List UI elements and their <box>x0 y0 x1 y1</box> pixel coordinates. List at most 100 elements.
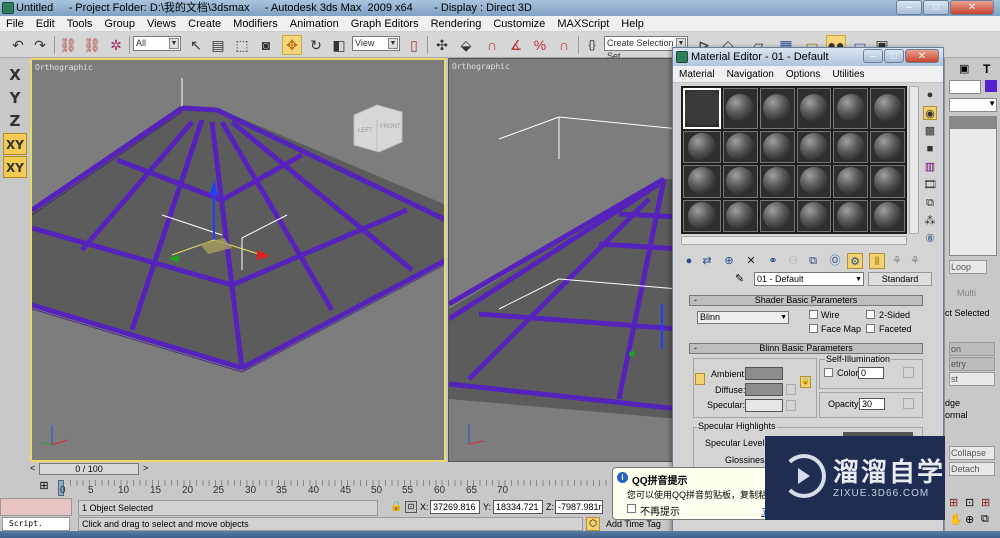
ambient-color-swatch[interactable] <box>745 367 783 380</box>
material-sample-slot[interactable] <box>683 88 721 129</box>
menu-modifiers[interactable]: Modifiers <box>227 16 284 31</box>
minimize-button[interactable]: – <box>896 0 922 15</box>
select-and-move-icon[interactable]: ✥ <box>282 35 302 55</box>
edit-named-selection-icon[interactable]: {} <box>582 35 602 55</box>
material-sample-slot[interactable] <box>796 199 832 232</box>
material-sample-slot[interactable] <box>759 165 795 198</box>
me-menu-utilities[interactable]: Utilities <box>826 66 870 82</box>
zoom-icon[interactable]: ⊞ <box>949 496 958 509</box>
rollout-edit-geometry[interactable]: on <box>949 342 995 356</box>
go-forward-sibling-icon[interactable]: ⚘ <box>889 253 905 269</box>
material-sample-slot[interactable] <box>833 88 869 129</box>
self-illum-color-checkbox[interactable] <box>824 368 833 377</box>
opacity-spinner[interactable]: 30 <box>859 398 885 410</box>
time-slider-thumb[interactable]: 0 / 100 <box>39 463 139 475</box>
selection-filter-dropdown[interactable]: All ▼ <box>133 36 181 51</box>
material-sample-slot[interactable] <box>870 130 905 163</box>
specular-map-button[interactable] <box>786 400 796 411</box>
menu-customize[interactable]: Customize <box>487 16 551 31</box>
multi-radio[interactable]: Multi <box>957 288 976 298</box>
reference-coordinate-dropdown[interactable]: View ▼ <box>352 36 400 51</box>
material-map-navigator-icon[interactable]: ⑧ <box>923 232 937 246</box>
select-and-rotate-icon[interactable]: ↻ <box>306 35 326 55</box>
z-coordinate-input[interactable]: -7987.981r <box>555 500 603 514</box>
object-name-field[interactable] <box>949 80 981 94</box>
maxscript-listener-mini[interactable] <box>0 498 72 516</box>
y-coordinate-input[interactable]: 18334.721 <box>493 500 543 514</box>
material-sample-slot[interactable] <box>833 165 869 198</box>
show-end-result-icon[interactable]: ⚙ <box>847 253 863 269</box>
keyboard-shortcut-override-icon[interactable]: ⬙ <box>456 35 476 55</box>
menu-rendering[interactable]: Rendering <box>425 16 488 31</box>
material-sample-slot[interactable] <box>870 88 905 129</box>
face-map-checkbox[interactable] <box>809 324 818 333</box>
viewport-orthographic[interactable]: Orthographic <box>448 58 678 462</box>
absolute-mode-icon[interactable]: ⊡ <box>405 501 417 513</box>
material-sample-slot[interactable] <box>759 88 795 129</box>
menu-group[interactable]: Group <box>98 16 141 31</box>
material-sample-slot[interactable] <box>759 130 795 163</box>
time-prev-button[interactable]: < <box>30 463 35 473</box>
options-icon[interactable]: ⧉ <box>923 196 937 210</box>
material-editor-title-bar[interactable]: Material Editor - 01 - Default – □ ✕ <box>673 48 943 66</box>
time-next-button[interactable]: > <box>143 463 148 473</box>
pivot-center-icon[interactable]: ▯ <box>404 35 424 55</box>
sample-type-icon[interactable]: ● <box>923 88 937 102</box>
object-color-swatch[interactable] <box>985 80 997 92</box>
material-sample-slot[interactable] <box>833 199 869 232</box>
axis-y-button[interactable]: Y <box>3 87 27 109</box>
menu-tools[interactable]: Tools <box>61 16 99 31</box>
me-close-button[interactable]: ✕ <box>905 49 939 63</box>
select-by-name-icon[interactable]: ▤ <box>208 35 228 55</box>
dont-show-again-checkbox[interactable] <box>627 504 636 513</box>
shader-basic-parameters-rollout[interactable]: - Shader Basic Parameters <box>689 295 923 306</box>
material-sample-slot[interactable] <box>833 130 869 163</box>
unlink-icon[interactable]: ⛓ <box>82 35 102 55</box>
redo-icon[interactable]: ↷ <box>30 35 50 55</box>
close-button[interactable]: ✕ <box>950 0 994 15</box>
specular-color-swatch[interactable] <box>745 399 783 412</box>
menu-graph-editors[interactable]: Graph Editors <box>345 16 425 31</box>
pan-icon[interactable]: ✋ <box>949 513 963 526</box>
material-sample-slot[interactable] <box>723 130 758 163</box>
eyedropper-icon[interactable]: ✎ <box>735 272 744 285</box>
rollout-geometry[interactable]: etry <box>949 357 995 371</box>
time-tag-icon[interactable]: ⬡ <box>586 517 600 531</box>
material-name-dropdown[interactable]: 01 - Default ▼ <box>754 272 864 286</box>
reset-map-icon[interactable]: ✕ <box>743 253 759 269</box>
sample-uv-tiling-icon[interactable]: ■ <box>923 142 937 156</box>
material-sample-slot[interactable] <box>723 199 758 232</box>
shader-type-dropdown[interactable]: Blinn ▼ <box>697 311 789 324</box>
modifier-stack[interactable] <box>949 116 997 256</box>
trackbar[interactable]: ⊞ 0 5 10 15 20 25 30 35 40 45 50 55 60 6… <box>0 476 620 498</box>
me-maximize-button[interactable]: □ <box>884 49 904 63</box>
selection-lock-icon[interactable]: 🔒 <box>390 501 402 512</box>
backlight-icon[interactable]: ◉ <box>923 106 937 120</box>
background-checker-icon[interactable]: ▩ <box>923 124 937 138</box>
assign-to-selection-icon[interactable]: ⊕ <box>721 253 737 269</box>
material-sample-slot[interactable] <box>870 165 905 198</box>
axis-xy-flyout-button[interactable]: XY <box>3 156 27 178</box>
zoom-all-icon[interactable]: ⊡ <box>965 496 974 509</box>
axis-z-button[interactable]: Z <box>3 110 27 132</box>
undo-icon[interactable]: ↶ <box>8 35 28 55</box>
orbit-icon[interactable]: ⊕ <box>965 513 974 526</box>
put-to-library-icon[interactable]: ⚇ <box>785 253 801 269</box>
wire-checkbox[interactable] <box>809 310 818 319</box>
maxscript-input[interactable]: Script. <box>2 517 70 531</box>
lock-ambient-diffuse-map-icon[interactable] <box>695 373 705 385</box>
material-effects-channel-icon[interactable]: ⧉ <box>805 253 821 269</box>
maximize-viewport-icon[interactable]: ⧉ <box>981 513 989 526</box>
material-sample-slot[interactable] <box>796 88 832 129</box>
rectangular-selection-icon[interactable]: ⬚ <box>232 35 252 55</box>
video-color-check-icon[interactable]: ▥ <box>923 160 937 174</box>
make-unique-icon[interactable]: ⚭ <box>765 253 781 269</box>
sample-slots-horizontal-scrollbar[interactable] <box>681 236 907 245</box>
modifier-list-dropdown[interactable]: ▼ <box>949 98 997 112</box>
self-illum-spinner[interactable]: 0 <box>858 367 884 379</box>
detach-button[interactable]: Detach <box>949 462 995 476</box>
window-crossing-icon[interactable]: ◙ <box>256 35 276 55</box>
material-sample-slot[interactable] <box>759 199 795 232</box>
sample-slots-vertical-scrollbar[interactable] <box>909 86 919 234</box>
viewport-orthographic-active[interactable]: Orthographic LEFT FRONT <box>30 58 446 462</box>
